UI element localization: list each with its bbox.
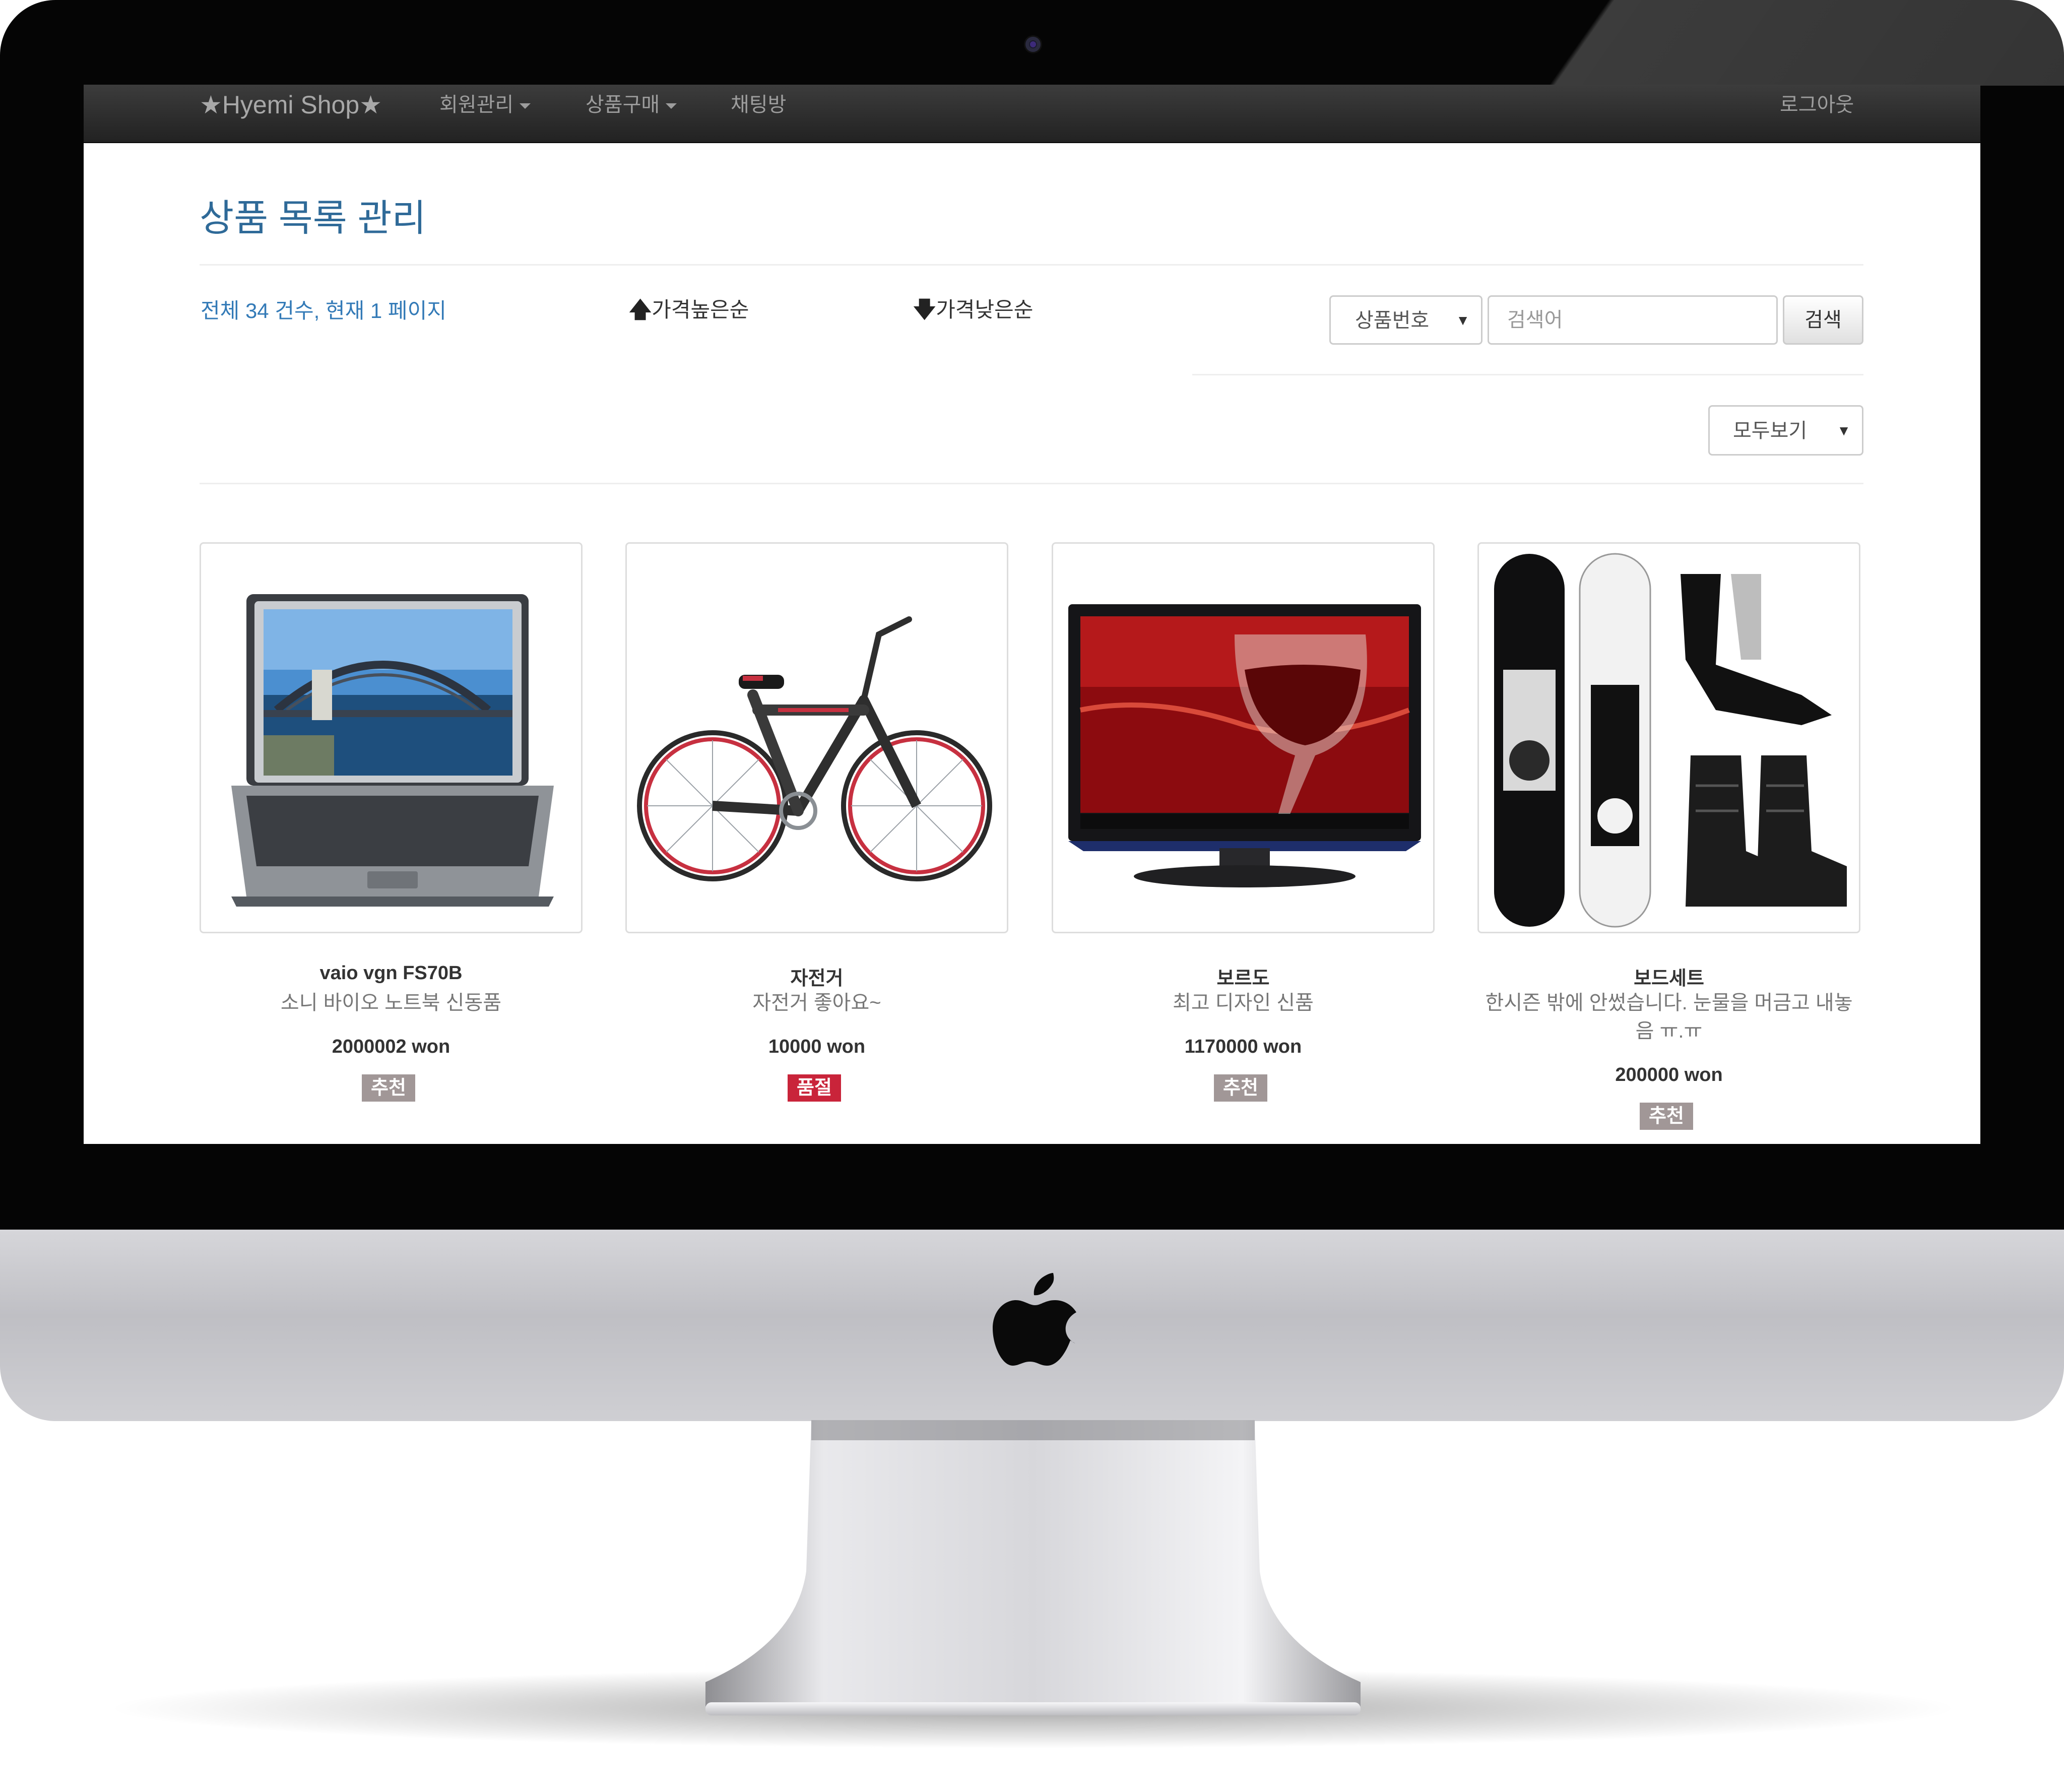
search-field-value: 상품번호 <box>1355 309 1430 332</box>
list-divider <box>200 483 1863 484</box>
imac-stand <box>705 1420 1361 1715</box>
product-name[interactable]: vaio vgn FS70B <box>174 963 608 984</box>
title-divider <box>200 264 1863 266</box>
product-thumbnail[interactable] <box>1477 542 1860 933</box>
product-price: 10000 won <box>768 1036 866 1057</box>
caret-down-icon <box>520 103 531 109</box>
product-price: 2000002 won <box>332 1036 450 1057</box>
recommend-badge: 추천 <box>1214 1074 1267 1102</box>
result-summary: 전체 34 건수, 현재 1 페이지 <box>201 299 446 323</box>
product-name[interactable]: 보르도 <box>1026 963 1460 990</box>
search-field-select[interactable]: 상품번호 ▼ <box>1329 295 1482 345</box>
product-price: 200000 won <box>1615 1064 1723 1085</box>
product-description: 소니 바이오 노트북 신동품 <box>280 992 502 1014</box>
snowboard-set-image <box>1494 553 1847 928</box>
browser-screen: ★Hyemi Shop★ 회원관리 상품구매 채팅방 로그아웃 상품 목록 관리… <box>84 85 1980 1144</box>
caret-down-icon <box>666 103 677 109</box>
filter-select[interactable]: 모두보기 ▼ <box>1708 405 1863 456</box>
recommend-badge: 추천 <box>362 1074 415 1102</box>
dropdown-arrow-icon: ▼ <box>1456 312 1470 328</box>
search-divider <box>1192 374 1863 375</box>
page-title: 상품 목록 관리 <box>200 197 426 239</box>
shop-menu[interactable]: 상품구매 <box>586 85 677 142</box>
bicycle-image <box>637 616 992 881</box>
members-menu-label: 회원관리 <box>439 94 514 116</box>
product-thumbnail[interactable] <box>625 542 1008 933</box>
product-name[interactable]: 자전거 <box>600 963 1034 990</box>
filter-value: 모두보기 <box>1733 420 1808 442</box>
sort-price-high-label: 가격높은순 <box>652 298 749 322</box>
arrow-up-icon: 🡅 <box>629 297 652 322</box>
recommend-badge: 추천 <box>1640 1103 1693 1130</box>
navbar: ★Hyemi Shop★ 회원관리 상품구매 채팅방 로그아웃 <box>84 85 1980 143</box>
dropdown-arrow-icon: ▼ <box>1837 423 1851 438</box>
sort-price-low-link[interactable]: 🡇가격낮은순 <box>913 293 1033 331</box>
sold-out-badge: 품절 <box>788 1074 841 1102</box>
product-thumbnail[interactable] <box>200 542 583 933</box>
product-name[interactable]: 보드세트 <box>1452 963 1886 990</box>
members-menu[interactable]: 회원관리 <box>439 85 531 142</box>
camera-icon <box>1025 37 1041 52</box>
laptop-image <box>231 594 554 907</box>
tv-image <box>1068 604 1421 887</box>
product-price: 1170000 won <box>1184 1036 1302 1057</box>
search-button[interactable]: 검색 <box>1783 295 1863 345</box>
chat-link[interactable]: 채팅방 <box>731 85 786 142</box>
brand-link[interactable]: ★Hyemi Shop★ <box>200 85 382 142</box>
product-thumbnail[interactable] <box>1052 542 1435 933</box>
product-description: 자전거 좋아요~ <box>752 992 881 1014</box>
logout-link[interactable]: 로그아웃 <box>1780 85 1854 142</box>
search-input[interactable] <box>1488 295 1778 345</box>
imac-bezel: ★Hyemi Shop★ 회원관리 상품구매 채팅방 로그아웃 상품 목록 관리… <box>0 0 2064 1230</box>
product-description: 최고 디자인 신품 <box>1173 992 1314 1014</box>
arrow-down-icon: 🡇 <box>913 297 936 322</box>
shop-menu-label: 상품구매 <box>586 94 660 116</box>
apple-logo-icon <box>993 1273 1076 1366</box>
sort-price-low-label: 가격낮은순 <box>936 298 1034 322</box>
product-description: 한시즌 밖에 안썼습니다. 눈물을 머금고 내놓음 ㅠ.ㅠ <box>1485 992 1853 1042</box>
sort-price-high-link[interactable]: 🡅가격높은순 <box>629 293 749 331</box>
